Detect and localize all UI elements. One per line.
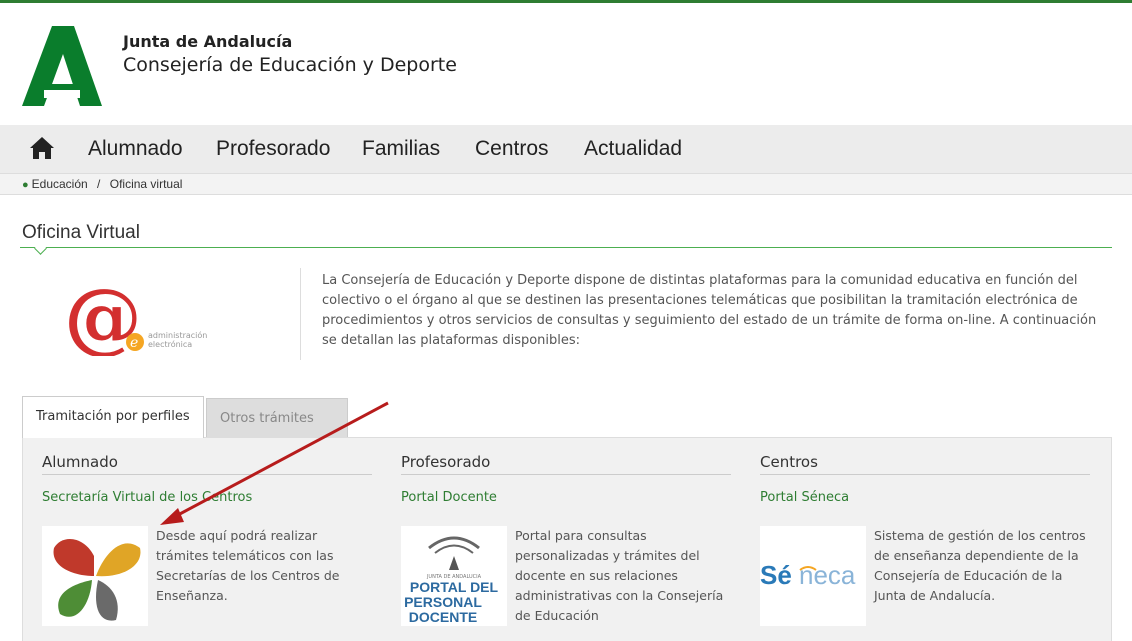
breadcrumb-item-educacion[interactable]: Educación: [32, 177, 88, 191]
portal-docente-link[interactable]: Portal Docente: [401, 490, 497, 505]
column-divider: [401, 474, 731, 475]
portal-docente-line2: PERSONAL: [404, 594, 482, 610]
portal-docente-image[interactable]: JUNTA DE ANDALUCIA PORTAL DEL PERSONAL D…: [401, 526, 507, 626]
portal-seneca-link[interactable]: Portal Séneca: [760, 490, 849, 505]
nav-item-profesorado[interactable]: Profesorado: [216, 137, 330, 161]
home-icon[interactable]: [30, 137, 54, 159]
breadcrumb: ● Educación / Oficina virtual: [0, 173, 1132, 195]
main-nav: Alumnado Profesorado Familias Centros Ac…: [0, 125, 1132, 173]
tab-otros-tramites[interactable]: Otros trámites: [206, 398, 348, 438]
elogo-line1: administración: [148, 330, 207, 340]
page-title: Oficina Virtual: [22, 222, 140, 243]
secretaria-virtual-image[interactable]: [42, 526, 148, 626]
tab-panel: Alumnado Secretaría Virtual de los Centr…: [22, 437, 1112, 641]
column-divider: [42, 474, 372, 475]
column-heading: Centros: [760, 453, 818, 471]
seneca-brand-b: neca: [799, 560, 856, 590]
nav-item-familias[interactable]: Familias: [362, 137, 440, 161]
intro-text: La Consejería de Educación y Deporte dis…: [322, 273, 1097, 348]
secretaria-virtual-description: Desde aquí podrá realizar trámites telem…: [156, 528, 340, 603]
column-divider: [760, 474, 1090, 475]
nav-item-actualidad[interactable]: Actualidad: [584, 137, 682, 161]
organization-name: Junta de Andalucía Consejería de Educaci…: [123, 32, 457, 76]
elogo-line2: electrónica: [148, 339, 192, 349]
svg-text:e: e: [130, 335, 138, 351]
column-heading: Alumnado: [42, 453, 118, 471]
department-name: Consejería de Educación y Deporte: [123, 54, 457, 76]
seneca-brand-a: Sé: [760, 560, 792, 590]
org-title: Junta de Andalucía: [123, 32, 293, 51]
map-marker-icon: ●: [22, 179, 29, 191]
seneca-logo-image[interactable]: Sé neca: [760, 526, 866, 626]
intro-divider: [300, 268, 301, 360]
tab-tramitacion-por-perfiles[interactable]: Tramitación por perfiles: [22, 396, 204, 438]
junta-andalucia-logo[interactable]: [22, 26, 102, 106]
portal-docente-line1: PORTAL DEL: [410, 579, 499, 595]
breadcrumb-item-current: Oficina virtual: [109, 177, 183, 191]
portal-seneca-description: Sistema de gestión de los centros de ens…: [874, 528, 1086, 603]
nav-item-alumnado[interactable]: Alumnado: [88, 137, 183, 161]
nav-item-centros[interactable]: Centros: [475, 137, 549, 161]
administracion-electronica-logo: @ e administración electrónica: [64, 276, 207, 356]
title-underline-notch: [34, 242, 47, 255]
secretaria-virtual-link[interactable]: Secretaría Virtual de los Centros: [42, 490, 252, 505]
portal-docente-description: Portal para consultas personalizadas y t…: [515, 528, 724, 623]
site-header: Junta de Andalucía Consejería de Educaci…: [0, 8, 1132, 116]
column-heading: Profesorado: [401, 453, 491, 471]
title-underline: [20, 247, 1112, 248]
top-accent-bar: [0, 0, 1132, 8]
portal-docente-line3: DOCENTE: [409, 609, 477, 625]
breadcrumb-separator: /: [97, 177, 101, 191]
